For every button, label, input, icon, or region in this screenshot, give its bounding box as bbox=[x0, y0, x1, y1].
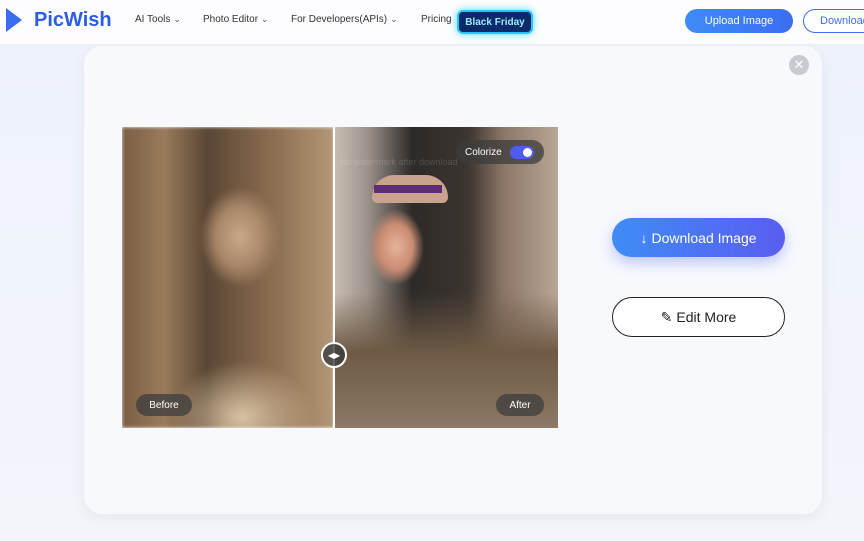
compare-divider[interactable] bbox=[333, 127, 335, 428]
download-arrow-icon: ↓ bbox=[640, 229, 648, 246]
picwish-logo-icon bbox=[6, 8, 26, 32]
chevron-down-icon: ⌄ bbox=[173, 14, 181, 24]
compare-slider-handle[interactable]: ◀▶ bbox=[321, 342, 347, 368]
logo[interactable]: PicWish bbox=[6, 8, 112, 32]
colorize-label: Colorize bbox=[465, 146, 502, 158]
hat-band bbox=[374, 185, 442, 193]
magic-wand-icon: ✎ bbox=[660, 308, 673, 325]
nav-label: For Developers(APIs) bbox=[291, 14, 388, 25]
nav-label: Photo Editor bbox=[203, 14, 259, 25]
nav-label: AI Tools bbox=[135, 14, 171, 25]
before-image bbox=[122, 127, 334, 428]
edit-more-button[interactable]: ✎ Edit More bbox=[612, 297, 785, 337]
nav-photo-editor[interactable]: Photo Editor ⌄ bbox=[203, 14, 269, 25]
close-icon: ✕ bbox=[793, 57, 805, 72]
toggle-switch[interactable] bbox=[510, 146, 534, 159]
after-label: After bbox=[496, 394, 544, 416]
download-nav-button[interactable]: Download bbox=[803, 9, 864, 33]
colorize-toggle[interactable]: Colorize bbox=[456, 140, 544, 164]
before-label: Before bbox=[136, 394, 192, 416]
after-image: No watermark after download bbox=[334, 127, 558, 428]
black-friday-badge[interactable]: Black Friday bbox=[457, 10, 533, 34]
nav-label: Pricing bbox=[421, 14, 452, 25]
brand-name: PicWish bbox=[34, 8, 112, 31]
download-label: Download Image bbox=[651, 229, 757, 246]
nav-ai-tools[interactable]: AI Tools ⌄ bbox=[135, 14, 181, 25]
arrows-left-right-icon: ◀▶ bbox=[327, 350, 341, 360]
before-after-viewer[interactable]: No watermark after download ◀▶ Colorize … bbox=[122, 127, 558, 428]
nav-developers[interactable]: For Developers(APIs) ⌄ bbox=[291, 14, 398, 25]
upload-image-button[interactable]: Upload Image bbox=[685, 9, 793, 33]
close-button[interactable]: ✕ bbox=[789, 55, 809, 75]
watermark-text: No watermark after download bbox=[340, 157, 458, 167]
download-image-button[interactable]: ↓ Download Image bbox=[612, 218, 785, 257]
edit-label: Edit More bbox=[676, 309, 737, 325]
chevron-down-icon: ⌄ bbox=[390, 14, 398, 24]
nav-pricing[interactable]: Pricing bbox=[421, 14, 452, 25]
top-nav: PicWish AI Tools ⌄ Photo Editor ⌄ For Deve… bbox=[0, 0, 864, 44]
chevron-down-icon: ⌄ bbox=[261, 14, 269, 24]
